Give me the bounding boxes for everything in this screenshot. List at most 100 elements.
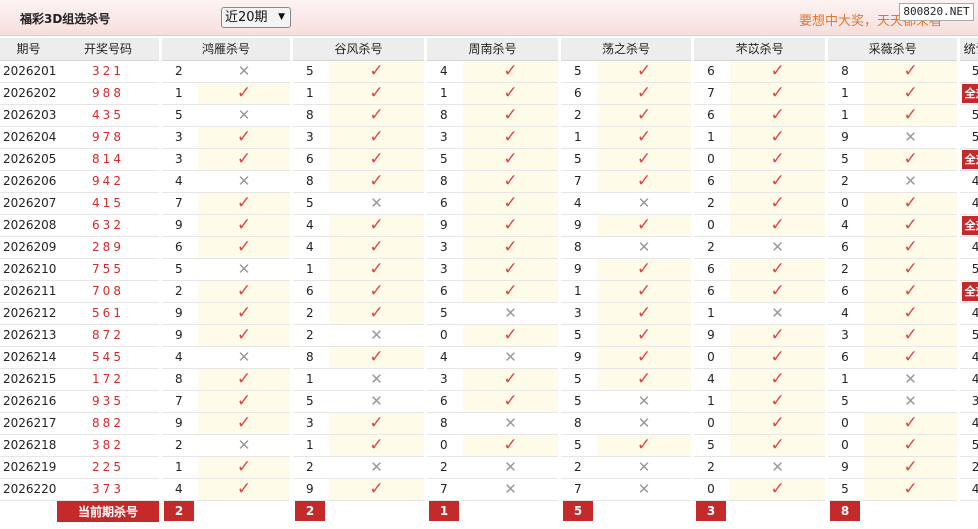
pick-correct: ✓ <box>597 148 692 171</box>
pick-correct: ✓ <box>198 302 291 325</box>
check-icon: ✓ <box>636 347 652 367</box>
check-icon: ✓ <box>503 391 518 411</box>
kill-pick: 4 <box>828 214 865 237</box>
check-icon: ✓ <box>236 127 252 147</box>
table-row: 20262058143 ✓ 6 ✓ 5 ✓ 5 ✓ 0 ✓ 5 ✓ 全对 <box>0 148 978 171</box>
pick-wrong: ✕ <box>329 324 425 347</box>
issue-number: 2026219 <box>0 456 57 479</box>
pick-correct: ✓ <box>864 82 958 105</box>
issue-number: 2026203 <box>0 104 57 127</box>
issue-number: 2026207 <box>0 192 57 215</box>
pick-wrong: ✕ <box>597 456 692 479</box>
stat-count: 4 <box>960 192 978 215</box>
cross-icon: ✕ <box>771 458 784 476</box>
pick-correct: ✓ <box>463 434 559 457</box>
table-body: 20262013212✕5✓4✓5✓6✓8✓520262029881✓1✓1✓6… <box>0 60 978 522</box>
pick-wrong: ✕ <box>864 390 958 413</box>
kill-pick: 4 <box>162 170 198 193</box>
cross-icon: ✕ <box>637 238 651 256</box>
top-bar: 福彩3D组选杀号 近20期 ▼ 要想中大奖，天天都来看 800820.NET <box>0 0 978 36</box>
check-icon: ✓ <box>636 127 652 147</box>
draw-number: 814 <box>57 148 159 171</box>
check-icon: ✓ <box>903 259 918 279</box>
pick-wrong: ✕ <box>597 192 692 215</box>
check-icon: ✓ <box>369 303 384 323</box>
kill-pick: 9 <box>293 478 330 501</box>
check-icon: ✓ <box>770 61 785 81</box>
pick-correct: ✓ <box>864 434 958 457</box>
pick-wrong: ✕ <box>463 346 559 369</box>
pick-correct: ✓ <box>329 346 425 369</box>
period-select[interactable]: 近20期 ▼ <box>221 7 291 28</box>
kill-pick: 7 <box>694 82 731 105</box>
kill-pick: 9 <box>561 214 598 237</box>
kill-pick: 2 <box>293 324 330 347</box>
table-row: 20262151728 ✓ 1 ✕ 3 ✓ 5 ✓ 4 ✓ 1 ✕ 4 <box>0 368 978 391</box>
kill-pick: 7 <box>561 478 598 501</box>
kill-pick: 5 <box>828 390 865 413</box>
pick-correct: ✓ <box>597 258 692 281</box>
kill-pick: 5 <box>427 148 464 171</box>
pick-correct: ✓ <box>463 236 559 259</box>
pick-correct: ✓ <box>198 236 291 259</box>
kill-pick: 0 <box>828 412 865 435</box>
pick-correct: ✓ <box>864 148 958 171</box>
kill-pick: 4 <box>162 346 198 369</box>
kill-pick: 1 <box>293 434 330 457</box>
col-expert-header: 鸿雁杀号 <box>162 38 291 61</box>
check-icon: ✓ <box>236 149 252 169</box>
pick-correct: ✓ <box>730 82 826 105</box>
check-icon: ✓ <box>369 435 384 455</box>
kill-pick: 0 <box>694 412 731 435</box>
issue-number: 2026202 <box>0 82 57 105</box>
kill-pick: 9 <box>162 214 198 237</box>
check-icon: ✓ <box>236 237 252 257</box>
kill-pick: 4 <box>561 192 598 215</box>
kill-pick: 3 <box>561 302 598 325</box>
issue-number: 2026204 <box>0 126 57 149</box>
issue-number: 2026211 <box>0 280 57 303</box>
current-period-row: 当前期杀号 2 2 1 5 3 8 <box>0 500 978 522</box>
kill-pick: 6 <box>694 258 731 281</box>
kill-pick: 5 <box>293 60 330 83</box>
kill-pick: 4 <box>293 236 330 259</box>
kill-pick: 7 <box>162 390 198 413</box>
pick-correct: ✓ <box>597 82 692 105</box>
pick-correct: ✓ <box>329 170 425 193</box>
check-icon: ✓ <box>770 193 785 213</box>
kill-pick: 6 <box>694 104 731 127</box>
kill-pick: 0 <box>828 434 865 457</box>
cross-icon: ✕ <box>370 194 383 212</box>
kill-pick: 9 <box>162 302 198 325</box>
kill-pick: 4 <box>694 368 731 391</box>
pick-correct: ✓ <box>463 82 559 105</box>
kill-pick: 8 <box>293 170 330 193</box>
check-icon: ✓ <box>236 391 252 411</box>
check-icon: ✓ <box>636 281 652 301</box>
check-icon: ✓ <box>236 369 252 389</box>
current-kill-pick: 1 <box>429 501 460 522</box>
col-expert-header: 芣苡杀号 <box>694 38 826 61</box>
cross-icon: ✕ <box>237 260 251 278</box>
check-icon: ✓ <box>503 83 518 103</box>
cross-icon: ✕ <box>237 436 251 454</box>
draw-number: 561 <box>57 302 159 325</box>
check-icon: ✓ <box>369 215 384 235</box>
check-icon: ✓ <box>903 105 918 125</box>
pick-wrong: ✕ <box>597 478 692 501</box>
cross-icon: ✕ <box>637 414 651 432</box>
pick-correct: ✓ <box>864 280 958 303</box>
kill-pick: 8 <box>427 170 464 193</box>
cross-icon: ✕ <box>237 172 251 190</box>
kill-pick: 5 <box>427 302 464 325</box>
table-row: 20262138729✓2✕0✓5✓9✓3✓5 <box>0 324 978 347</box>
table-row: 20262029881✓1✓1✓6✓7✓1✓全对 <box>0 82 978 105</box>
kill-pick: 3 <box>427 126 464 149</box>
pick-correct: ✓ <box>198 478 291 501</box>
pick-correct: ✓ <box>730 368 826 391</box>
issue-number: 2026205 <box>0 148 57 171</box>
pick-wrong: ✕ <box>730 236 826 259</box>
kill-pick: 1 <box>561 280 598 303</box>
pick-correct: ✓ <box>329 104 425 127</box>
check-icon: ✓ <box>770 413 785 433</box>
